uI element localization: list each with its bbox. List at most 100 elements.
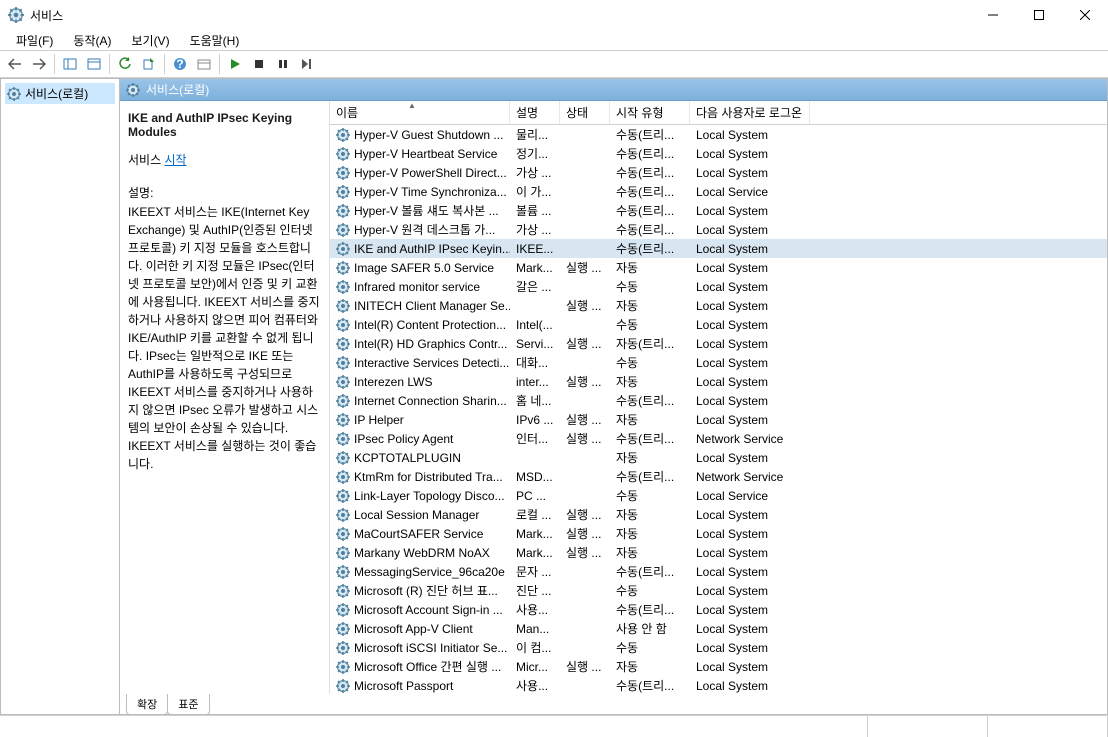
help-button[interactable]: ? <box>169 53 191 75</box>
table-row[interactable]: IKE and AuthIP IPsec Keyin...IKEE...수동(트… <box>330 239 1107 258</box>
table-row[interactable]: INITECH Client Manager Se...실행 ...자동Loca… <box>330 296 1107 315</box>
calendar-button[interactable] <box>193 53 215 75</box>
table-row[interactable]: Image SAFER 5.0 ServiceMark...실행 ...자동Lo… <box>330 258 1107 277</box>
pause-service-button[interactable] <box>272 53 294 75</box>
service-name: Microsoft iSCSI Initiator Se... <box>354 641 507 655</box>
table-row[interactable]: Local Session Manager로컬 ...실행 ...자동Local… <box>330 505 1107 524</box>
service-logon: Local System <box>690 527 810 541</box>
table-row[interactable]: Microsoft (R) 진단 허브 표...진단 ...수동Local Sy… <box>330 581 1107 600</box>
service-desc: 정기... <box>510 145 560 162</box>
table-row[interactable]: KCPTOTALPLUGIN자동Local System <box>330 448 1107 467</box>
refresh-button[interactable] <box>114 53 136 75</box>
service-desc: 문자 ... <box>510 563 560 580</box>
table-row[interactable]: Microsoft Account Sign-in ...사용...수동(트리.… <box>330 600 1107 619</box>
service-startup: 수동(트리... <box>610 601 690 618</box>
service-startup: 자동 <box>610 506 690 523</box>
maximize-button[interactable] <box>1016 0 1062 30</box>
service-startup: 수동(트리... <box>610 240 690 257</box>
table-row[interactable]: Hyper-V Guest Shutdown ...물리...수동(트리...L… <box>330 125 1107 144</box>
table-row[interactable]: Interezen LWSinter...실행 ...자동Local Syste… <box>330 372 1107 391</box>
service-logon: Local System <box>690 223 810 237</box>
service-name: Hyper-V 볼륨 섀도 복사본 ... <box>354 202 499 219</box>
table-row[interactable]: Internet Connection Sharin...홈 네...수동(트리… <box>330 391 1107 410</box>
column-name[interactable]: 이름▲ <box>330 101 510 124</box>
properties-button[interactable] <box>83 53 105 75</box>
service-desc: 대화... <box>510 354 560 371</box>
table-row[interactable]: Hyper-V Heartbeat Service정기...수동(트리...Lo… <box>330 144 1107 163</box>
gear-icon <box>336 641 350 655</box>
content-header: 서비스(로컬) <box>120 79 1107 101</box>
service-startup: 수동 <box>610 278 690 295</box>
service-startup: 수동(트리... <box>610 563 690 580</box>
service-logon: Local System <box>690 508 810 522</box>
table-row[interactable]: Hyper-V 원격 데스크톱 가...가상 ...수동(트리...Local … <box>330 220 1107 239</box>
column-description[interactable]: 설명 <box>510 101 560 124</box>
service-logon: Local System <box>690 147 810 161</box>
service-desc: IPv6 ... <box>510 413 560 427</box>
show-hide-tree-button[interactable] <box>59 53 81 75</box>
service-logon: Local System <box>690 413 810 427</box>
table-row[interactable]: Hyper-V 볼륨 섀도 복사본 ...볼륨 ...수동(트리...Local… <box>330 201 1107 220</box>
minimize-button[interactable] <box>970 0 1016 30</box>
menu-help[interactable]: 도움말(H) <box>182 30 248 51</box>
table-row[interactable]: Hyper-V Time Synchroniza...이 가...수동(트리..… <box>330 182 1107 201</box>
detail-description: IKEEXT 서비스는 IKE(Internet Key Exchange) 및… <box>128 203 321 473</box>
service-logon: Local System <box>690 242 810 256</box>
table-row[interactable]: Hyper-V PowerShell Direct...가상 ...수동(트리.… <box>330 163 1107 182</box>
menu-file[interactable]: 파일(F) <box>8 30 61 51</box>
table-row[interactable]: MaCourtSAFER ServiceMark...실행 ...자동Local… <box>330 524 1107 543</box>
service-name: IKE and AuthIP IPsec Keyin... <box>354 242 510 256</box>
service-desc: 진단 ... <box>510 582 560 599</box>
table-row[interactable]: Microsoft App-V ClientMan...사용 안 함Local … <box>330 619 1107 638</box>
gear-icon <box>336 299 350 313</box>
back-button[interactable] <box>4 53 26 75</box>
start-service-button[interactable] <box>224 53 246 75</box>
export-button[interactable] <box>138 53 160 75</box>
service-logon: Local System <box>690 356 810 370</box>
table-row[interactable]: Microsoft Office 간편 실행 ...Micr...실행 ...자… <box>330 657 1107 676</box>
gear-icon <box>336 470 350 484</box>
service-startup: 자동 <box>610 411 690 428</box>
column-startup-type[interactable]: 시작 유형 <box>610 101 690 124</box>
table-row[interactable]: Markany WebDRM NoAXMark...실행 ...자동Local … <box>330 543 1107 562</box>
window-title: 서비스 <box>30 7 970 24</box>
table-row[interactable]: Microsoft iSCSI Initiator Se...이 컴...수동L… <box>330 638 1107 657</box>
gear-icon <box>336 451 350 465</box>
service-name: Infrared monitor service <box>354 280 480 294</box>
menubar: 파일(F) 동작(A) 보기(V) 도움말(H) <box>0 30 1108 50</box>
start-service-link[interactable]: 시작 <box>164 153 186 167</box>
service-startup: 수동(트리... <box>610 677 690 694</box>
content-pane: 서비스(로컬) IKE and AuthIP IPsec Keying Modu… <box>120 78 1108 715</box>
table-row[interactable]: Intel(R) HD Graphics Contr...Servi...실행 … <box>330 334 1107 353</box>
tree-node-services-local[interactable]: 서비스(로컬) <box>5 83 115 104</box>
forward-button[interactable] <box>28 53 50 75</box>
table-row[interactable]: Interactive Services Detecti...대화...수동Lo… <box>330 353 1107 372</box>
service-startup: 자동 <box>610 525 690 542</box>
table-row[interactable]: Microsoft Passport사용...수동(트리...Local Sys… <box>330 676 1107 694</box>
menu-view[interactable]: 보기(V) <box>123 30 177 51</box>
table-row[interactable]: Infrared monitor service갈은 ...수동Local Sy… <box>330 277 1107 296</box>
table-row[interactable]: IP HelperIPv6 ...실행 ...자동Local System <box>330 410 1107 429</box>
service-startup: 수동 <box>610 487 690 504</box>
menu-action[interactable]: 동작(A) <box>65 30 119 51</box>
service-startup: 수동(트리... <box>610 392 690 409</box>
service-desc: 가상 ... <box>510 221 560 238</box>
service-startup: 자동 <box>610 658 690 675</box>
tab-standard[interactable]: 표준 <box>167 694 209 715</box>
close-button[interactable] <box>1062 0 1108 30</box>
stop-service-button[interactable] <box>248 53 270 75</box>
table-row[interactable]: Link-Layer Topology Disco...PC ...수동Loca… <box>330 486 1107 505</box>
gear-icon <box>336 261 350 275</box>
service-name: Local Session Manager <box>354 508 479 522</box>
table-row[interactable]: IPsec Policy Agent인터...실행 ...수동(트리...Net… <box>330 429 1107 448</box>
table-row[interactable]: KtmRm for Distributed Tra...MSD...수동(트리.… <box>330 467 1107 486</box>
table-row[interactable]: Intel(R) Content Protection...Intel(...수… <box>330 315 1107 334</box>
list-body[interactable]: Hyper-V Guest Shutdown ...물리...수동(트리...L… <box>330 125 1107 694</box>
column-logon-as[interactable]: 다음 사용자로 로그온 <box>690 101 810 124</box>
service-startup: 수동 <box>610 354 690 371</box>
table-row[interactable]: MessagingService_96ca20e문자 ...수동(트리...Lo… <box>330 562 1107 581</box>
column-status[interactable]: 상태 <box>560 101 610 124</box>
tab-extended[interactable]: 확장 <box>126 694 168 715</box>
service-status: 실행 ... <box>560 259 610 276</box>
restart-service-button[interactable] <box>296 53 318 75</box>
